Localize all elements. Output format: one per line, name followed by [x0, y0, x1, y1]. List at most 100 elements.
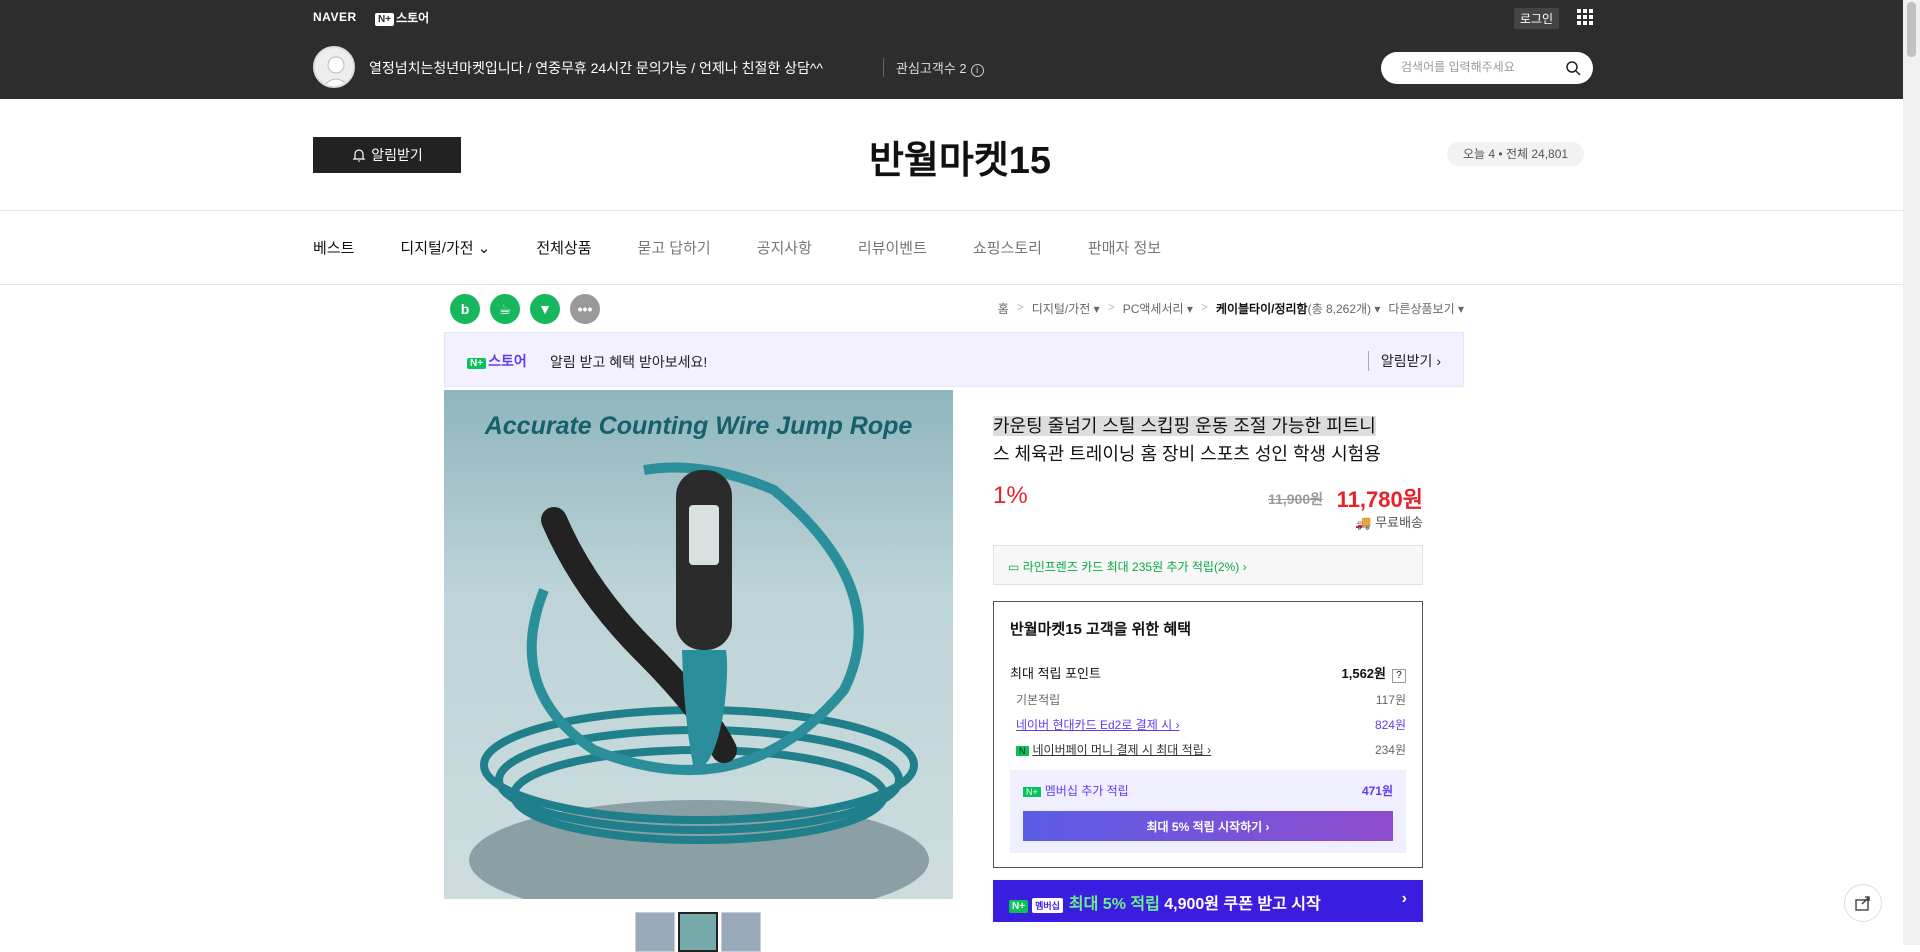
benefit-title: 반월마켓15 고객을 위한 혜택: [1010, 621, 1191, 638]
max-point-label: 최대 적립 포인트: [1010, 666, 1101, 681]
chevron-down-icon: ⌄: [477, 240, 491, 257]
scrollbar-thumb[interactable]: [1907, 2, 1916, 57]
nplus-box: N+: [467, 358, 487, 369]
membership-box: N+ 멤버십 추가 적립 471원 최대 5% 적립 시작하기 ›: [1010, 770, 1406, 853]
share-button[interactable]: [1844, 884, 1882, 922]
membership-value: 471원: [1361, 784, 1393, 798]
other-products[interactable]: 다른상품보기 ▾: [1388, 300, 1464, 317]
product-title-rest: 스 체육관 트레이닝 홈 장비 스포츠 성인 학생 시험용: [993, 444, 1381, 464]
price-row: 1% 11,900원 11,780원: [993, 476, 1423, 516]
point-row-card: 네이버 현대카드 Ed2로 결제 시 › 824원: [1010, 716, 1406, 733]
nstore-logo[interactable]: N+ 스토어: [375, 9, 429, 26]
thumbnail-1[interactable]: [635, 912, 675, 952]
avatar[interactable]: [313, 46, 355, 88]
thumbnail-3[interactable]: [721, 912, 761, 952]
store-intro: 열정넘치는청년마켓입니다 / 연중무휴 24시간 문의가능 / 언제나 친절한 …: [369, 60, 824, 76]
promo-text: 4,900원 쿠폰 받고 시작: [1164, 896, 1321, 913]
nav-digital[interactable]: 디지털/가전 ⌄: [400, 237, 490, 258]
banner-text: 알림 받고 혜택 받아보세요!: [550, 354, 708, 370]
banner-alarm-link[interactable]: 알림받기 ›: [1367, 351, 1441, 371]
product-info: 카운팅 줄넘기 스틸 스킵핑 운동 조절 가능한 피트니스 체육관 트레이닝 홈…: [993, 390, 1423, 922]
nav-shopping-story[interactable]: 쇼핑스토리: [973, 237, 1042, 258]
breadcrumb-cat1[interactable]: 디지털/가전 ▾: [1032, 300, 1100, 317]
nav-all-products[interactable]: 전체상품: [536, 237, 591, 258]
nav-qna[interactable]: 묻고 답하기: [638, 237, 711, 258]
promo-nplus: N+: [1009, 900, 1029, 913]
promo-highlight: 최대 5% 적립: [1068, 896, 1160, 913]
sale-price: 11,780원: [1336, 487, 1423, 512]
nav-digital-label: 디지털/가전: [400, 240, 474, 257]
search-input[interactable]: [1401, 60, 1561, 74]
breadcrumb-cat2[interactable]: PC액세서리 ▾: [1123, 300, 1193, 317]
shipping-label: 무료배송: [1375, 515, 1423, 530]
breadcrumb-home[interactable]: 홈: [998, 300, 1009, 317]
promo-membership-badge: 멤버십: [1032, 898, 1063, 913]
membership-start-button[interactable]: 최대 5% 적립 시작하기 ›: [1023, 811, 1393, 841]
bookmark-icon[interactable]: ▼: [530, 294, 560, 324]
membership-label: 멤버십 추가 적립: [1044, 784, 1129, 798]
point-basic-label: 기본적립: [1016, 693, 1061, 707]
info-icon[interactable]: i: [970, 64, 984, 77]
scrollbar[interactable]: [1903, 0, 1920, 945]
share-icons: b ☕ ▼ •••: [450, 294, 600, 324]
point-row-basic: 기본적립 117원: [1010, 691, 1406, 708]
nav-best[interactable]: 베스트: [313, 237, 354, 258]
point-card-value: 824원: [1374, 718, 1406, 732]
nstore-banner-label: 스토어: [488, 353, 527, 369]
more-icon[interactable]: •••: [570, 294, 600, 324]
visitor-count: 오늘 4 • 전체 24,801: [1447, 142, 1585, 166]
card-benefit-text: 라인프렌즈 카드 최대 235원 추가 적립(2%) ›: [1022, 560, 1247, 574]
interest-label: 관심고객수 2: [896, 61, 967, 76]
breadcrumb: 홈 > 디지털/가전 ▾ > PC액세서리 ▾ > 케이블타이/정리함(총 8,262…: [997, 300, 1464, 317]
thumbnail-2[interactable]: [678, 912, 718, 952]
max-point-row: 최대 적립 포인트 1,562원?: [1010, 663, 1406, 683]
membership-row: N+ 멤버십 추가 적립 471원: [1023, 782, 1393, 799]
max-point-value: 1,562원: [1341, 666, 1387, 681]
product-image[interactable]: Accurate Counting Wire Jump Rope: [444, 390, 953, 899]
naver-logo[interactable]: NAVER: [313, 10, 357, 24]
store-header: 알림받기 반월마켓15 오늘 4 • 전체 24,801: [0, 99, 1920, 211]
npay-icon: N: [1016, 746, 1029, 756]
membership-promo-banner[interactable]: N+ 멤버십 최대 5% 적립 4,900원 쿠폰 받고 시작 ›: [993, 880, 1423, 922]
top-bar: NAVER N+ 스토어 로그인 열정넘치는청년마켓입니다 / 연중무휴 24시간…: [0, 0, 1920, 99]
point-card-link[interactable]: 네이버 현대카드 Ed2로 결제 시 ›: [1016, 716, 1179, 733]
original-price: 11,900원: [1268, 491, 1323, 507]
customer-benefit-box: 반월마켓15 고객을 위한 혜택 최대 적립 포인트 1,562원? 기본적립 …: [993, 601, 1423, 868]
nav-notice[interactable]: 공지사항: [757, 237, 812, 258]
search-icon[interactable]: [1565, 60, 1581, 76]
chevron-right-icon: ›: [1401, 890, 1407, 907]
thumbnail-strip: [635, 912, 761, 952]
login-button[interactable]: 로그인: [1513, 8, 1559, 29]
nav-seller-info[interactable]: 판매자 정보: [1088, 237, 1161, 258]
point-basic-value: 117원: [1375, 693, 1406, 707]
jump-rope-illustration: [469, 462, 929, 899]
cafe-icon[interactable]: ☕: [490, 294, 520, 324]
card-benefit[interactable]: ▭ 라인프렌즈 카드 최대 235원 추가 적립(2%) ›: [993, 545, 1423, 585]
card-icon: ▭: [1008, 560, 1020, 574]
nstore-box: N+: [375, 13, 395, 26]
breadcrumb-cat3[interactable]: 케이블타이/정리함(총 8,262개) ▾: [1216, 300, 1380, 317]
store-title[interactable]: 반월마켓15: [0, 129, 1920, 184]
breadcrumb-count: (총 8,262개) ▾: [1307, 302, 1381, 316]
interest-count: 관심고객수 2i: [883, 58, 984, 77]
breadcrumb-cat3-label: 케이블타이/정리함: [1215, 302, 1308, 316]
category-nav: 베스트 디지털/가전 ⌄ 전체상품 묻고 답하기 공지사항 리뷰이벤트 쇼핑스토…: [0, 211, 1920, 285]
truck-icon: 🚚: [1355, 515, 1372, 530]
nav-review-event[interactable]: 리뷰이벤트: [858, 237, 927, 258]
nstore-banner-logo: N+ 스토어: [467, 351, 527, 371]
point-row-pay: N 네이버페이 머니 결제 시 최대 적립 › 234원: [1010, 741, 1406, 758]
point-pay-link[interactable]: 네이버페이 머니 결제 시 최대 적립 ›: [1033, 743, 1212, 757]
alarm-banner: N+ 스토어 알림 받고 혜택 받아보세요! 알림받기 ›: [444, 332, 1464, 387]
blog-icon[interactable]: b: [450, 294, 480, 324]
discount-rate: 1%: [993, 482, 1028, 509]
help-icon[interactable]: ?: [1392, 669, 1406, 683]
point-pay-value: 234원: [1374, 743, 1406, 757]
product-title-highlight: 카운팅 줄넘기 스틸 스킵핑 운동 조절 가능한 피트니: [993, 416, 1376, 436]
product-title: 카운팅 줄넘기 스틸 스킵핑 운동 조절 가능한 피트니스 체육관 트레이닝 홈…: [993, 412, 1423, 468]
nstore-label: 스토어: [396, 11, 430, 25]
store-profile-row: 열정넘치는청년마켓입니다 / 연중무휴 24시간 문의가능 / 언제나 친절한 …: [313, 46, 1593, 90]
nplus-icon: N+: [1023, 787, 1041, 797]
share-icon: [1855, 896, 1870, 911]
top-utility-row: NAVER N+ 스토어 로그인: [313, 8, 1593, 29]
app-grid-icon[interactable]: [1577, 9, 1593, 25]
